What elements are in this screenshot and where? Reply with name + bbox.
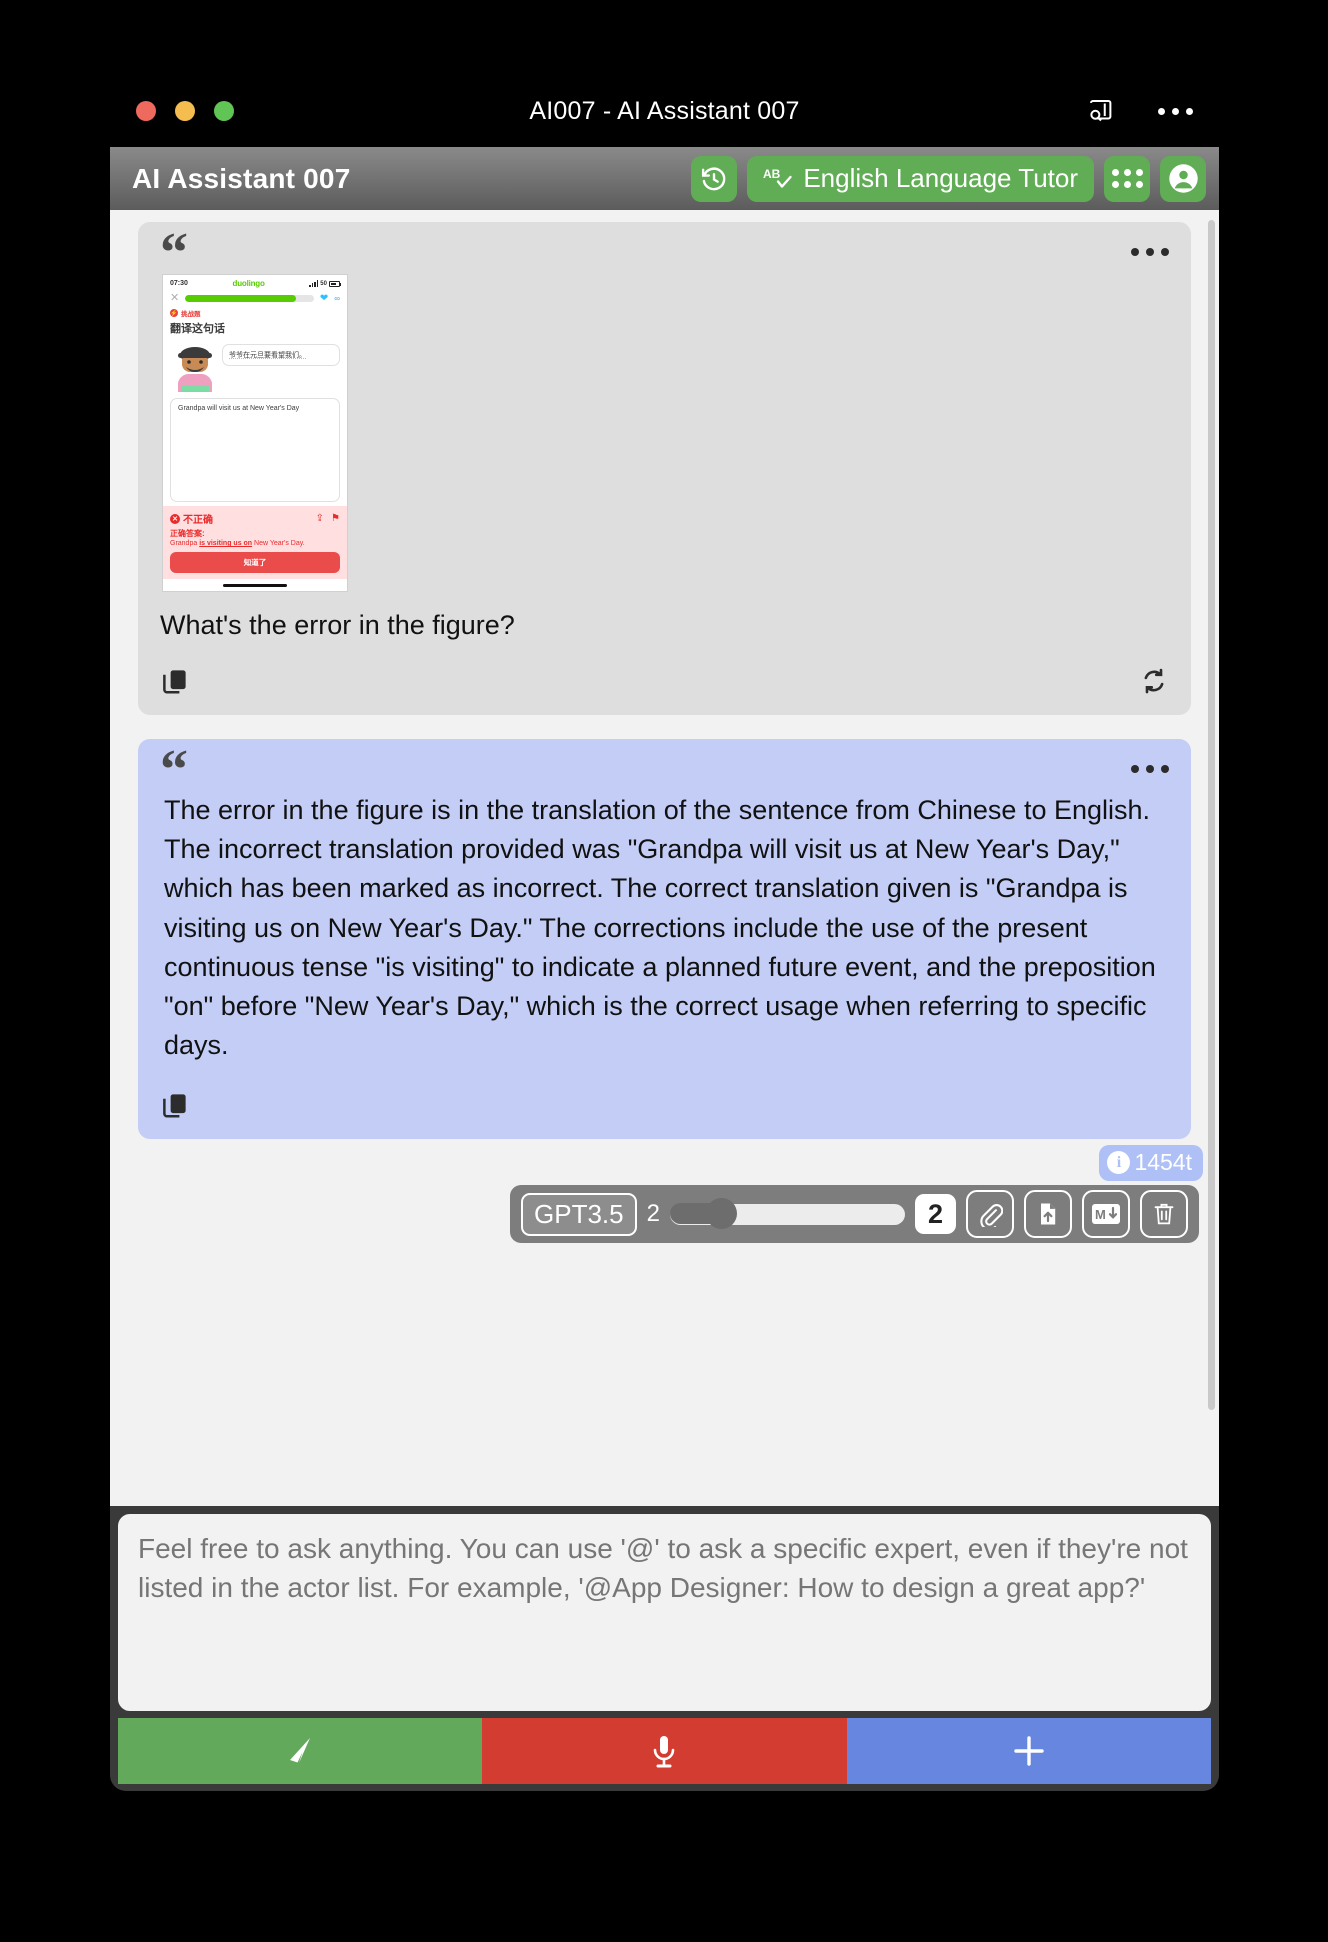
incorrect-icon: ✕ — [170, 513, 180, 524]
result-title: 不正确 — [183, 515, 213, 526]
infinity-icon: ∞ — [334, 294, 340, 303]
share-icon[interactable]: ⇪ — [316, 513, 324, 524]
message-assistant: “ The error in the figure is in the tran… — [138, 739, 1191, 1140]
report-flag-icon[interactable]: ⚑ — [331, 513, 340, 524]
actor-label: English Language Tutor — [803, 163, 1078, 193]
trash-icon — [1152, 1201, 1176, 1227]
account-button[interactable] — [1160, 155, 1206, 202]
delete-button[interactable] — [1140, 1190, 1188, 1239]
more-options-icon[interactable] — [1158, 107, 1193, 115]
chinese-prompt: 爷爷在元旦要看望我们。 — [222, 344, 340, 366]
challenge-badge-icon: ⚡ — [170, 309, 178, 317]
context-slider[interactable] — [669, 1198, 905, 1230]
history-icon — [699, 164, 729, 194]
message-input[interactable]: Feel free to ask anything. You can use '… — [118, 1514, 1211, 1711]
challenge-tag: 挑战题 — [181, 311, 201, 318]
lesson-progress-bar — [185, 295, 314, 302]
quote-icon: “ — [160, 739, 188, 802]
token-counter-row: i 1454t — [110, 1139, 1219, 1182]
attachment-screenshot[interactable]: 07:30 duolingo 50 ✕ ❤ ∞ ⚡ 挑战题 翻译这句话 爷爷在元… — [162, 274, 348, 592]
correct-answer-highlight: is visiting us on — [199, 540, 253, 547]
message-options-icon[interactable] — [1131, 236, 1169, 256]
signal-icon — [309, 280, 319, 287]
spellcheck-icon: AB — [763, 166, 793, 192]
upload-file-button[interactable] — [1024, 1190, 1072, 1239]
attach-file-button[interactable] — [966, 1190, 1014, 1239]
copy-message-icon[interactable] — [160, 666, 190, 696]
user-answer-field[interactable]: Grandpa will visit us at New Year's Day — [170, 398, 340, 502]
phone-signal-value: 50 — [320, 280, 327, 287]
history-button[interactable] — [691, 155, 738, 202]
plus-icon — [1009, 1731, 1049, 1771]
minimize-window-button[interactable] — [175, 101, 195, 121]
screen: AI007 - AI Assistant 007 AI Assistant 00… — [0, 0, 1328, 1942]
grid-icon — [1111, 169, 1143, 188]
svg-text:AB: AB — [763, 167, 781, 181]
close-lesson-icon[interactable]: ✕ — [170, 293, 179, 304]
vertical-scrollbar[interactable] — [1208, 220, 1215, 1410]
correct-answer-label: 正确答案: — [170, 529, 205, 538]
composer: Feel free to ask anything. You can use '… — [110, 1506, 1219, 1791]
app-window: AI007 - AI Assistant 007 AI Assistant 00… — [110, 75, 1219, 1791]
info-icon: i — [1107, 1151, 1131, 1175]
regenerate-icon[interactable] — [1139, 666, 1169, 696]
quote-icon: “ — [160, 222, 188, 284]
message-user: “ 07:30 duolingo 50 ✕ ❤ ∞ ⚡ 挑战题 翻译这句话 爷爷… — [138, 222, 1191, 716]
send-button[interactable] — [118, 1718, 483, 1784]
markdown-button[interactable]: M — [1082, 1190, 1130, 1239]
file-upload-icon — [1036, 1201, 1060, 1227]
lesson-instruction: 翻译这句话 — [170, 323, 225, 335]
correct-answer: Grandpa is visiting us on New Year's Day… — [170, 540, 340, 547]
slider-min-label: 2 — [646, 1200, 660, 1228]
token-count: 1454t — [1134, 1149, 1192, 1176]
title-bar: AI007 - AI Assistant 007 — [110, 75, 1219, 147]
markdown-icon: M — [1091, 1203, 1121, 1225]
window-controls[interactable] — [136, 101, 234, 121]
composer-actions — [118, 1718, 1211, 1784]
battery-icon — [328, 280, 341, 287]
result-title-row: ✕ 不正确 — [170, 511, 213, 526]
model-bar: GPT3.5 2 2 M — [510, 1185, 1199, 1244]
apps-grid-button[interactable] — [1104, 155, 1150, 202]
token-counter-badge[interactable]: i 1454t — [1099, 1145, 1203, 1182]
chinese-prompt-text: 爷爷在元旦要看望我们。 — [229, 352, 306, 359]
character-avatar — [172, 344, 218, 392]
copy-message-icon[interactable] — [160, 1090, 190, 1120]
slider-value: 2 — [914, 1193, 956, 1235]
microphone-icon — [644, 1730, 684, 1772]
close-window-button[interactable] — [136, 101, 156, 121]
microphone-button[interactable] — [482, 1718, 847, 1784]
paperclip-icon — [977, 1201, 1003, 1228]
acknowledge-button[interactable]: 知道了 — [170, 552, 340, 573]
heart-icon: ❤ — [319, 293, 329, 304]
window-title: AI007 - AI Assistant 007 — [529, 96, 800, 125]
duolingo-logo: duolingo — [232, 279, 265, 288]
correct-answer-post: New Year's Day. — [252, 540, 305, 547]
user-message-text: What's the error in the figure? — [160, 610, 515, 640]
assistant-message-text: The error in the figure is in the transl… — [164, 795, 1156, 1060]
home-indicator — [163, 579, 347, 591]
account-icon — [1168, 163, 1199, 194]
model-selector[interactable]: GPT3.5 — [521, 1192, 637, 1236]
chat-scroll-region[interactable]: “ 07:30 duolingo 50 ✕ ❤ ∞ ⚡ 挑战题 翻译这句话 爷爷… — [110, 210, 1219, 1506]
maximize-window-button[interactable] — [214, 101, 234, 121]
phone-status-time: 07:30 — [170, 280, 188, 287]
correct-answer-pre: Grandpa — [170, 540, 200, 547]
slider-handle[interactable] — [705, 1198, 737, 1230]
send-icon — [278, 1729, 322, 1773]
message-options-icon[interactable] — [1131, 753, 1169, 774]
model-bar-row: GPT3.5 2 2 M — [110, 1181, 1219, 1244]
svg-text:M: M — [1095, 1207, 1106, 1222]
actor-selector-button[interactable]: AB English Language Tutor — [747, 155, 1094, 202]
app-title: AI Assistant 007 — [132, 162, 351, 194]
sidebar-search-icon[interactable] — [1086, 96, 1116, 126]
chat-area: “ 07:30 duolingo 50 ✕ ❤ ∞ ⚡ 挑战题 翻译这句话 爷爷… — [110, 210, 1219, 1506]
app-toolbar: AI Assistant 007 AB English Language Tut… — [110, 147, 1219, 210]
result-panel: ✕ 不正确 ⇪ ⚑ 正确答案: Grandpa is visiting us o… — [163, 506, 347, 579]
add-button[interactable] — [846, 1718, 1211, 1784]
